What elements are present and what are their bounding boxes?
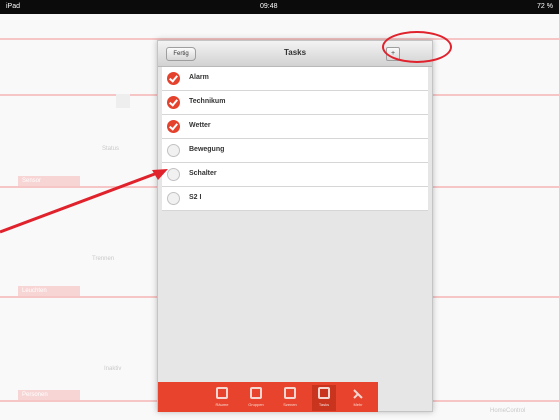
annotation-arrow [0, 169, 168, 234]
